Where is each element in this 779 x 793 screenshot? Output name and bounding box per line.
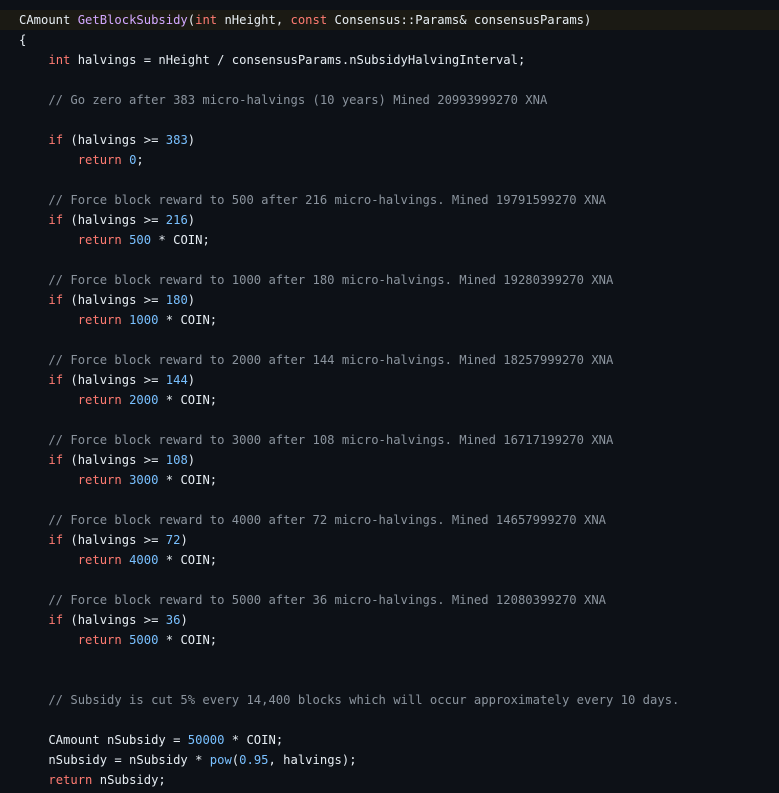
code-line-comment[interactable]: // Force block reward to 5000 after 36 m… (0, 590, 779, 610)
code-line-comment[interactable]: // Force block reward to 4000 after 72 m… (0, 510, 779, 530)
code-line-blank[interactable] (0, 570, 779, 590)
code-line-return[interactable]: return 3000 * COIN; (0, 470, 779, 490)
code-line-blank[interactable] (0, 330, 779, 350)
code-line-comment[interactable]: // Go zero after 383 micro-halvings (10 … (0, 90, 779, 110)
code-line-comment[interactable]: // Force block reward to 3000 after 108 … (0, 430, 779, 450)
code-line-comment[interactable]: // Force block reward to 1000 after 180 … (0, 270, 779, 290)
code-line-blank[interactable] (0, 650, 779, 670)
code-line-if[interactable]: if (halvings >= 36) (0, 610, 779, 630)
function-name: GetBlockSubsidy (77, 13, 188, 27)
code-line-subsidy-pow[interactable]: nSubsidy = nSubsidy * pow(0.95, halvings… (0, 750, 779, 770)
code-line-if[interactable]: if (halvings >= 108) (0, 450, 779, 470)
code-line-return[interactable]: return 5000 * COIN; (0, 630, 779, 650)
code-line-if[interactable]: if (halvings >= 383) (0, 130, 779, 150)
code-line-if[interactable]: if (halvings >= 72) (0, 530, 779, 550)
code-line-return[interactable]: return 500 * COIN; (0, 230, 779, 250)
code-line-open-brace[interactable]: { (0, 30, 779, 50)
code-line-comment[interactable]: // Force block reward to 2000 after 144 … (0, 350, 779, 370)
code-line-blank[interactable] (0, 250, 779, 270)
code-line-blank[interactable] (0, 490, 779, 510)
code-line-comment[interactable]: // Subsidy is cut 5% every 14,400 blocks… (0, 690, 779, 710)
code-line-if[interactable]: if (halvings >= 180) (0, 290, 779, 310)
code-line-if[interactable]: if (halvings >= 144) (0, 370, 779, 390)
code-line-blank[interactable] (0, 670, 779, 690)
code-line-halvings-decl[interactable]: int halvings = nHeight / consensusParams… (0, 50, 779, 70)
code-line-return[interactable]: return 4000 * COIN; (0, 550, 779, 570)
code-line-blank[interactable] (0, 410, 779, 430)
code-line-subsidy-decl[interactable]: CAmount nSubsidy = 50000 * COIN; (0, 730, 779, 750)
code-line-return[interactable]: return 1000 * COIN; (0, 310, 779, 330)
code-line-blank[interactable] (0, 710, 779, 730)
code-line-blank[interactable] (0, 70, 779, 90)
code-line-comment[interactable]: // Force block reward to 500 after 216 m… (0, 190, 779, 210)
code-line-blank[interactable] (0, 170, 779, 190)
code-line-return[interactable]: return 2000 * COIN; (0, 390, 779, 410)
code-line-blank[interactable] (0, 110, 779, 130)
code-line-signature[interactable]: CAmount GetBlockSubsidy(int nHeight, con… (0, 10, 779, 30)
code-line-return[interactable]: return 0; (0, 150, 779, 170)
code-line-return-subsidy[interactable]: return nSubsidy; (0, 770, 779, 790)
code-editor[interactable]: CAmount GetBlockSubsidy(int nHeight, con… (0, 10, 779, 793)
code-line-if[interactable]: if (halvings >= 216) (0, 210, 779, 230)
